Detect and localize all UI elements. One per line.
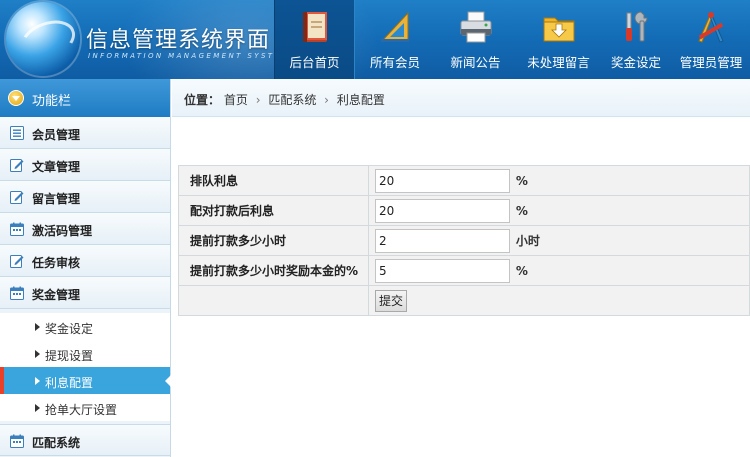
ruler-triangle-icon — [380, 11, 409, 42]
field-label: 配对打款后利息 — [178, 195, 369, 226]
nav-item-news[interactable]: 新闻公告 — [435, 0, 516, 79]
early-hours-input[interactable] — [375, 228, 510, 253]
breadcrumb-current: 利息配置 — [336, 93, 385, 107]
breadcrumb-home[interactable]: 首页 — [224, 93, 248, 107]
form-row-submit: 提交 — [178, 285, 750, 316]
matched-interest-input[interactable] — [375, 198, 510, 223]
caret-right-icon — [35, 323, 40, 331]
form-row-queue-interest: 排队利息 % — [178, 165, 750, 196]
field-label: 提前打款多少小时 — [178, 225, 369, 256]
interest-config-form: 排队利息 % 配对打款后利息 % 提前打款多少小时 小时 提前打款多少小时奖励本… — [178, 165, 750, 316]
sidebar-item-task-review[interactable]: 任务审核 — [0, 245, 170, 277]
caret-right-icon — [35, 377, 40, 385]
edit-icon — [10, 255, 24, 268]
top-nav: 后台首页 所有会员 新闻公告 未处理留言 奖金设定 管理员管理 — [274, 0, 750, 79]
sidebar-subitem-interest-config[interactable]: 利息配置 — [0, 367, 171, 394]
sidebar-item-activation-codes[interactable]: 激活码管理 — [0, 213, 170, 245]
printer-icon — [460, 11, 491, 43]
nav-item-admins[interactable]: 管理员管理 — [671, 0, 750, 79]
sidebar-item-members[interactable]: 会员管理 — [0, 117, 170, 149]
sidebar: 功能栏 会员管理 文章管理 留言管理 激活码管理 任务审核 奖金管理 奖金设定 … — [0, 79, 171, 457]
nav-item-members[interactable]: 所有会员 — [355, 0, 435, 79]
sidebar-header[interactable]: 功能栏 — [0, 79, 170, 117]
form-row-early-reward-percent: 提前打款多少小时奖励本金的% % — [178, 255, 750, 286]
sidebar-subitem-order-hall-settings[interactable]: 抢单大厅设置 — [0, 394, 170, 421]
edit-icon — [10, 159, 24, 172]
tools-icon — [626, 11, 648, 42]
submit-button[interactable]: 提交 — [375, 289, 408, 312]
calendar-icon — [10, 286, 24, 300]
calendar-icon — [10, 434, 24, 448]
calendar-icon — [10, 222, 24, 236]
caret-right-icon — [35, 350, 40, 358]
drafting-tools-icon — [698, 12, 724, 43]
collapse-arrow-icon — [8, 90, 24, 106]
form-row-early-hours: 提前打款多少小时 小时 — [178, 225, 750, 256]
app-title: 信息管理系统界面 — [86, 28, 271, 53]
unit-label: % — [515, 173, 528, 188]
queue-interest-input[interactable] — [375, 168, 510, 193]
breadcrumb: 位置： 首页 › 匹配系统 › 利息配置 — [172, 79, 750, 117]
nav-item-home[interactable]: 后台首页 — [274, 0, 355, 79]
field-label: 提前打款多少小时奖励本金的% — [178, 255, 369, 286]
caret-right-icon — [35, 404, 40, 412]
folder-download-icon — [543, 17, 574, 42]
sidebar-subitem-bonus-settings[interactable]: 奖金设定 — [0, 313, 170, 340]
breadcrumb-separator: › — [324, 93, 329, 107]
main-content: 位置： 首页 › 匹配系统 › 利息配置 排队利息 % 配对打款后利息 % 提前… — [172, 79, 750, 457]
breadcrumb-label: 位置： — [184, 93, 221, 107]
unit-label: 小时 — [515, 233, 540, 248]
book-icon — [302, 12, 327, 42]
top-header: 信息管理系统界面 INFORMATION MANAGEMENT SYSTEM G… — [0, 0, 750, 79]
logo-globe-icon — [6, 2, 80, 76]
unit-label: % — [515, 263, 528, 278]
unit-label: % — [515, 203, 528, 218]
early-reward-percent-input[interactable] — [375, 258, 510, 283]
nav-item-bonus[interactable]: 奖金设定 — [601, 0, 671, 79]
form-row-matched-interest: 配对打款后利息 % — [178, 195, 750, 226]
sidebar-item-bonus-management[interactable]: 奖金管理 — [0, 277, 170, 309]
nav-item-messages[interactable]: 未处理留言 — [516, 0, 601, 79]
sidebar-item-messages[interactable]: 留言管理 — [0, 181, 170, 213]
sidebar-item-articles[interactable]: 文章管理 — [0, 149, 170, 181]
breadcrumb-separator: › — [255, 93, 261, 107]
edit-icon — [10, 191, 24, 204]
list-icon — [10, 126, 24, 140]
field-label: 排队利息 — [178, 165, 369, 196]
breadcrumb-matching-system[interactable]: 匹配系统 — [268, 93, 316, 107]
sidebar-item-matching-system[interactable]: 匹配系统 — [0, 424, 170, 456]
sidebar-subitem-withdraw-settings[interactable]: 提现设置 — [0, 340, 170, 367]
